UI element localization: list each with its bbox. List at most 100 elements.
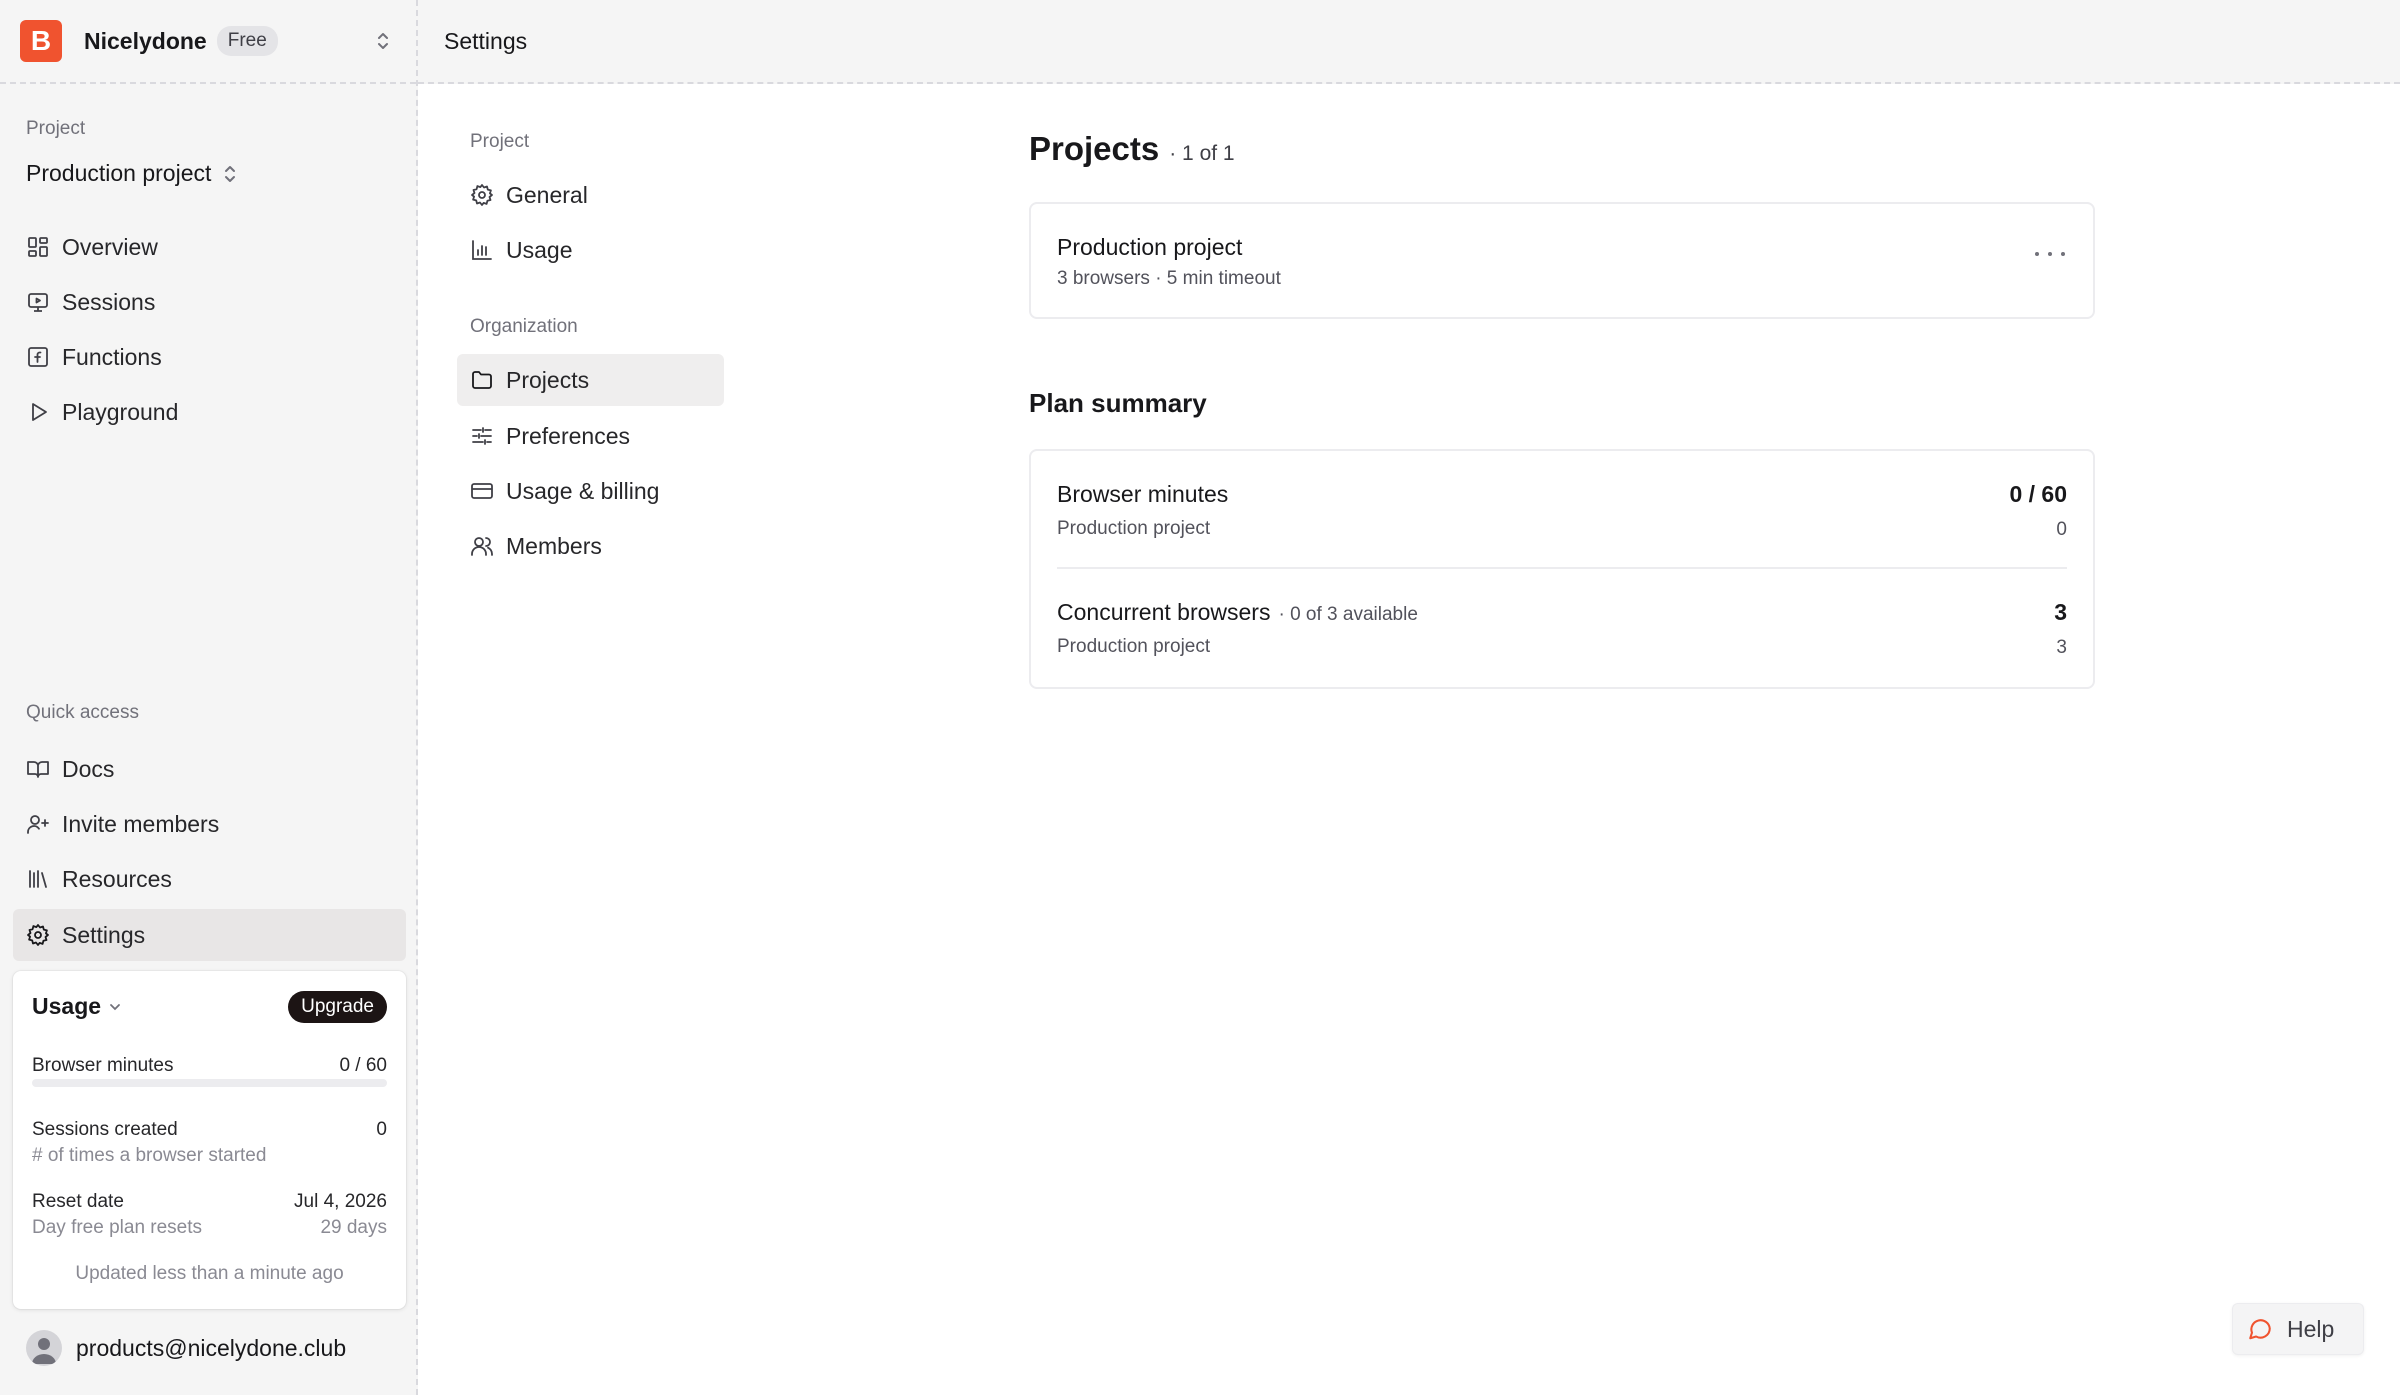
settings-item-projects[interactable]: Projects [457, 354, 724, 406]
settings-item-label: Members [506, 532, 602, 559]
book-icon [26, 757, 50, 781]
settings-item-members[interactable]: Members [457, 520, 724, 572]
settings-item-usage[interactable]: Usage [457, 224, 724, 276]
plan-row-sub-value: 3 [2056, 637, 2067, 658]
sidebar-item-resources[interactable]: Resources [13, 853, 406, 905]
chat-bubble-icon [2247, 1316, 2273, 1342]
project-switcher[interactable]: Production project [26, 160, 237, 187]
usage-reset-date: Reset date Jul 4, 2026 Day free plan res… [32, 1191, 387, 1239]
upgrade-button[interactable]: Upgrade [288, 991, 387, 1023]
settings-item-label: Preferences [506, 422, 631, 449]
users-icon [470, 534, 494, 558]
usage-browser-minutes-label: Browser minutes [32, 1055, 174, 1076]
gear-icon [26, 923, 50, 947]
sidebar-item-label: Functions [62, 343, 162, 370]
gear-icon [470, 183, 494, 207]
usage-sessions-sub: # of times a browser started [32, 1145, 267, 1166]
sidebar-item-label: Settings [62, 921, 146, 948]
project-card-meta: 3 browsers · 5 min timeout [1057, 268, 1281, 289]
plan-row-aux: · 0 of 3 available [1278, 604, 1418, 625]
plan-badge: Free [216, 26, 278, 56]
folder-icon [470, 368, 494, 392]
sidebar-item-overview[interactable]: Overview [13, 221, 406, 273]
sidebar-item-playground[interactable]: Playground [13, 386, 406, 438]
settings-item-label: Usage [506, 236, 573, 263]
user-plus-icon [26, 812, 50, 836]
usage-card: Usage Upgrade Browser minutes 0 / 60 Ses… [13, 971, 406, 1309]
sidebar-item-label: Resources [62, 865, 172, 892]
plan-row-name: Browser minutes [1057, 481, 1229, 507]
usage-reset-label: Reset date [32, 1191, 124, 1212]
plan-row-concurrent-browsers: Concurrent browsers · 0 of 3 available 3 … [1057, 599, 2067, 659]
plan-row-name: Concurrent browsers [1057, 599, 1271, 625]
quick-access-label: Quick access [26, 702, 139, 723]
usage-reset-sub: Day free plan resets [32, 1217, 203, 1238]
sidebar-item-invite-members[interactable]: Invite members [13, 798, 406, 850]
usage-toggle[interactable]: Usage [32, 993, 123, 1020]
help-label: Help [2287, 1315, 2335, 1342]
project-card[interactable]: Production project 3 browsers · 5 min ti… [1029, 202, 2095, 319]
user-email: products@nicelydone.club [76, 1334, 347, 1361]
usage-sessions-value: 0 [376, 1119, 387, 1140]
sidebar-item-sessions[interactable]: Sessions [13, 276, 406, 328]
usage-reset-value: Jul 4, 2026 [294, 1191, 387, 1212]
page-header-title: Settings [444, 27, 528, 54]
sliders-icon [470, 424, 494, 448]
sidebar-item-label: Docs [62, 755, 115, 782]
settings-project-label: Project [470, 131, 530, 152]
plan-summary-heading: Plan summary [1029, 388, 1207, 418]
settings-org-label: Organization [470, 316, 578, 337]
sidebar-item-settings[interactable]: Settings [13, 909, 406, 961]
plan-row-browser-minutes: Browser minutes 0 / 60 Production projec… [1057, 481, 2067, 541]
settings-item-usage-billing[interactable]: Usage & billing [457, 465, 724, 517]
usage-title: Usage [32, 993, 102, 1019]
org-switcher[interactable]: B Nicelydone Free [0, 0, 416, 84]
chevron-up-down-icon [223, 163, 237, 185]
projects-heading: Projects [1029, 130, 1160, 167]
projects-count: · 1 of 1 [1169, 142, 1235, 165]
sidebar-item-label: Playground [62, 398, 179, 425]
sidebar: B Nicelydone Free Project Production pro… [0, 0, 418, 1395]
browser-minutes-progress-bar [32, 1079, 387, 1087]
play-icon [26, 400, 50, 424]
plan-row-sub: Production project [1057, 636, 1211, 657]
plan-summary-card: Browser minutes 0 / 60 Production projec… [1029, 449, 2095, 689]
user-menu[interactable]: products@nicelydone.club [26, 1330, 346, 1366]
org-name: Nicelydone [84, 27, 207, 54]
page-title: Projects · 1 of 1 [1029, 130, 1235, 168]
usage-sessions-label: Sessions created [32, 1119, 178, 1140]
usage-sessions-created: Sessions created 0 # of times a browser … [32, 1119, 387, 1167]
usage-updated-text: Updated less than a minute ago [75, 1263, 344, 1284]
settings-item-label: Usage & billing [506, 477, 660, 504]
page-header: Settings [418, 0, 2400, 84]
project-section-label: Project [26, 118, 86, 139]
usage-browser-minutes-value: 0 / 60 [339, 1055, 387, 1076]
usage-reset-sub-row: Day free plan resets 29 days [32, 1217, 387, 1239]
plan-row-value: 0 / 60 [2009, 481, 2067, 507]
sidebar-item-functions[interactable]: Functions [13, 331, 406, 383]
chevron-up-down-icon[interactable] [376, 30, 390, 52]
sidebar-item-label: Overview [62, 233, 158, 260]
plan-row-value: 3 [2054, 599, 2067, 625]
sidebar-item-label: Invite members [62, 810, 220, 837]
bar-chart-icon [470, 238, 494, 262]
settings-item-label: Projects [506, 366, 590, 393]
project-card-name: Production project [1057, 234, 1243, 260]
chevron-down-icon [107, 999, 123, 1015]
library-icon [26, 867, 50, 891]
sidebar-item-label: Sessions [62, 288, 156, 315]
plan-row-sub: Production project [1057, 518, 1211, 539]
more-options-icon[interactable] [2035, 246, 2065, 262]
settings-item-label: General [506, 181, 588, 208]
grid-icon [26, 235, 50, 259]
function-icon [26, 345, 50, 369]
sidebar-item-docs[interactable]: Docs [13, 743, 406, 795]
settings-item-preferences[interactable]: Preferences [457, 410, 724, 462]
plan-row-sub-value: 0 [2056, 519, 2067, 540]
monitor-icon [26, 290, 50, 314]
project-switcher-label: Production project [26, 160, 212, 186]
avatar [26, 1330, 62, 1366]
settings-item-general[interactable]: General [457, 169, 724, 221]
help-button[interactable]: Help [2232, 1303, 2364, 1355]
plan-row-divider [1057, 567, 2067, 569]
